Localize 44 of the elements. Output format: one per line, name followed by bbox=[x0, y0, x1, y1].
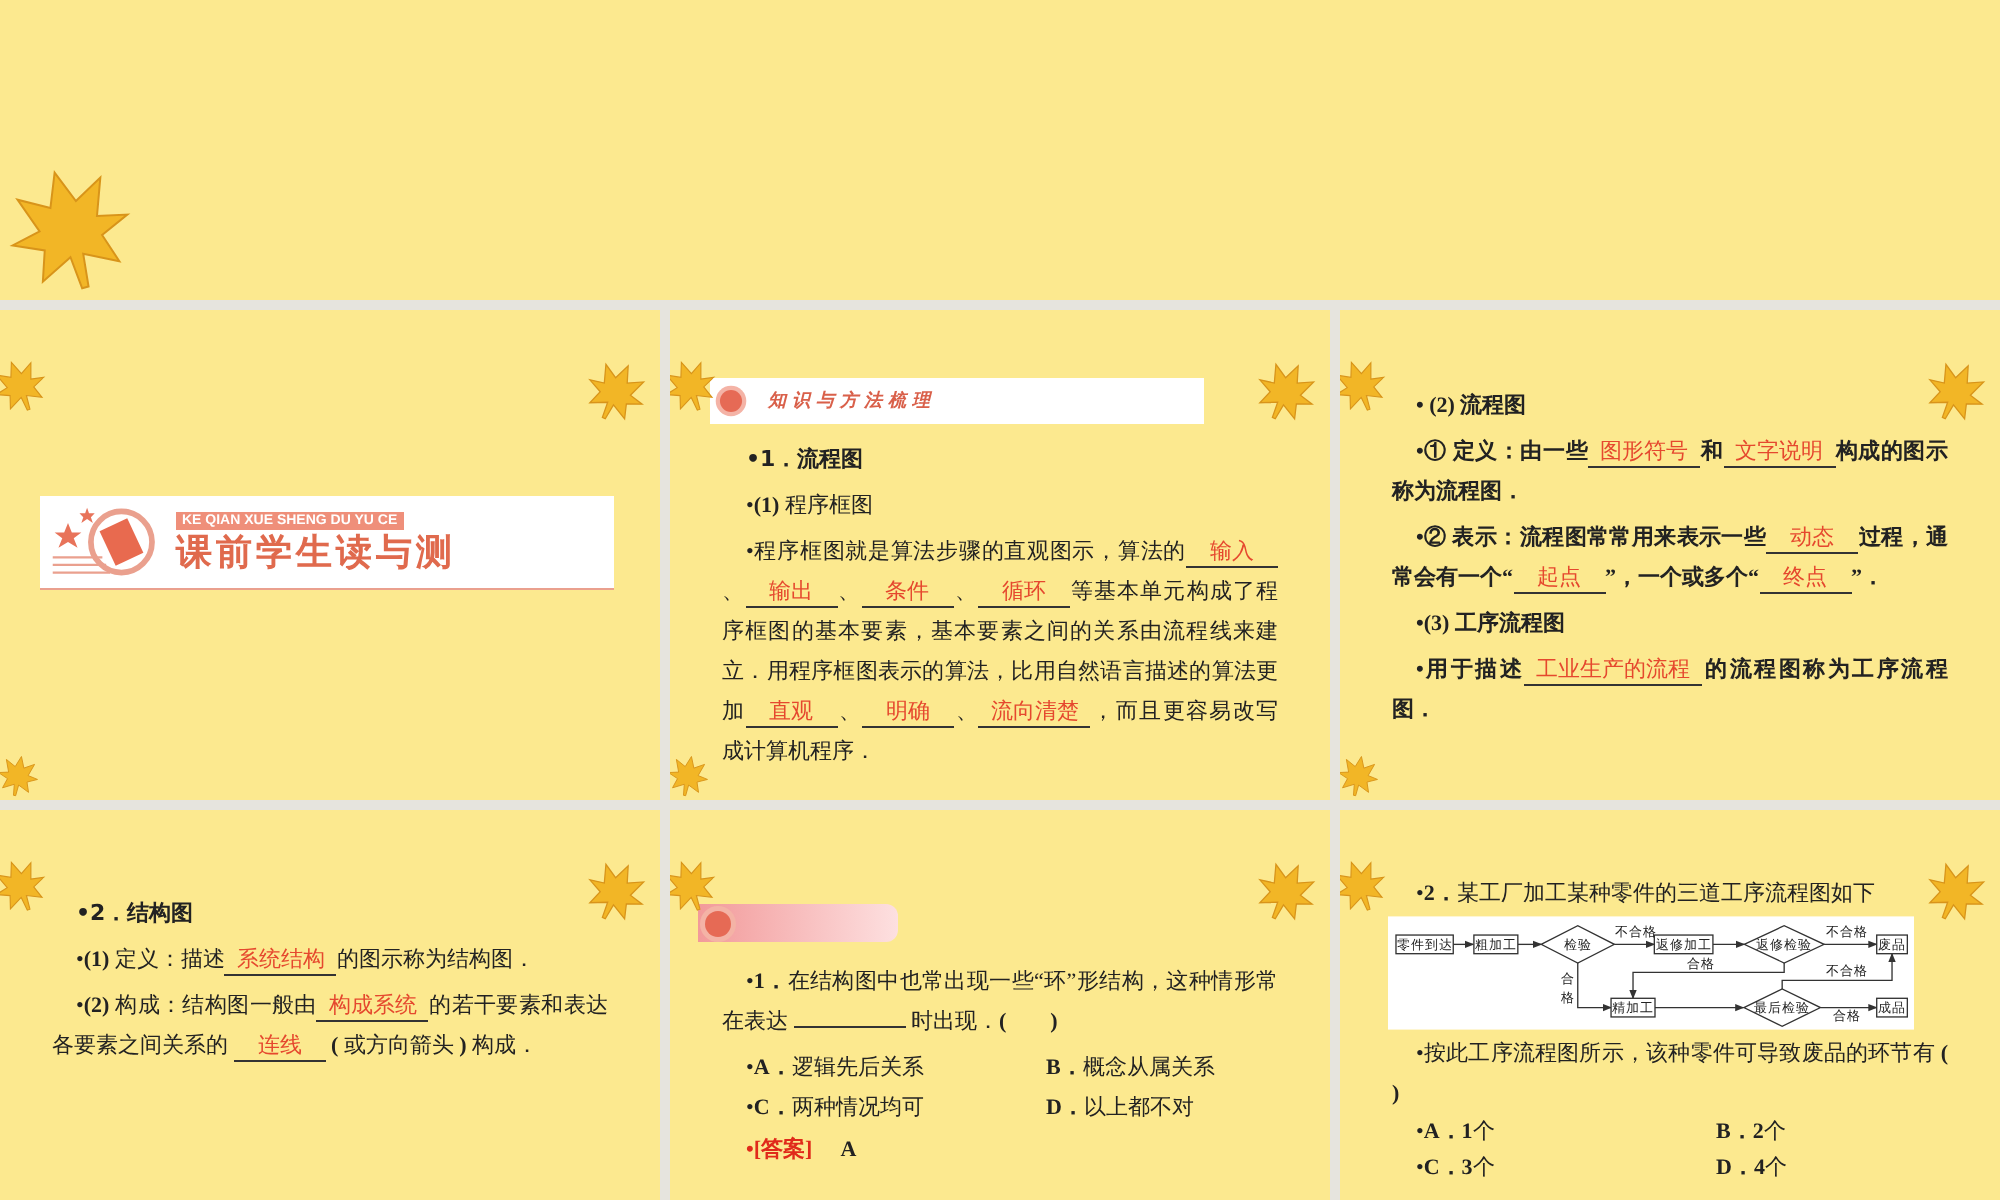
flow-arrow bbox=[1654, 1003, 1745, 1012]
paragraph: •程序框图就是算法步骤的直观图示，算法的 输入 、 输出 、 条件 、 循环 等基本单元构成了程序框图的基本要素，基本要素之间的关系由流程线来建立．用程序框图表示的算法，比用自然语言描述的算法更加 直观 、 明确 、 流向清楚 ，而且更容易改写成计算机程序． bbox=[722, 537, 1278, 768]
flow-arrow bbox=[1452, 940, 1475, 949]
flow-arrow bbox=[1820, 1003, 1878, 1012]
flow-arrow bbox=[1781, 952, 1896, 991]
slide-thumbnail[interactable]: 知识与方法梳理 •1．流程图 •(1) 程序框图 •程序框图就是算法步骤的直观图示，算法的 输入 、 输出 、 条件 、 循环 等基本单元构成了程序框图的基本要素，基本要素之间的关系由流程线来建立．用程序框图表示的算法，比用自然语言描述的算法更加 直观 、 明确 、 流向清楚 ，而且更容易改写成计算机程序． bbox=[670, 310, 1330, 800]
section-title: 知识与方法梳理 bbox=[768, 388, 936, 414]
slide-thumbnail[interactable]: • (2) 流程图 •① 定义：由一些 图形符号 和 文字说明 构成的图示称为流程图． •② 表示：流程图常常用来表示一些 动态 过程，通常会有一个“ 起点 ”，一个或多个“ 终点 ”． •(3) 工序流程图 •用于描述 工业生产的流程 的流程图称为工序流程图． bbox=[1340, 310, 2000, 800]
paragraph: •(2) 构成：结构图一般由 构成系统 的若干要素和表达各要素之间关系的 连线 ( 或方向箭头 ) 构成． bbox=[52, 991, 608, 1066]
flow-arrow bbox=[1577, 962, 1612, 1012]
answer-option: B．2个 bbox=[1716, 1114, 1976, 1150]
section-heading: •2．结构图 bbox=[74, 898, 196, 930]
leaf-icon bbox=[0, 750, 44, 800]
flow-arrow bbox=[1712, 940, 1746, 949]
answer-option: •C．两种情况均可 bbox=[746, 1088, 1046, 1128]
paragraph: •① 定义：由一些 图形符号 和 文字说明 构成的图示称为流程图． bbox=[1392, 437, 1948, 508]
paragraph: •按此工序流程图所示，该种零件可导致废品的环节有 ( ) bbox=[1392, 1039, 1948, 1110]
paragraph: •② 表示：流程图常常用来表示一些 动态 过程，通常会有一个“ 起点 ”，一个或多个“ 终点 ”． bbox=[1392, 523, 1948, 598]
flow-arrow bbox=[1517, 940, 1543, 949]
section-heading: •1．流程图 bbox=[744, 444, 866, 476]
paragraph: •(3) 工序流程图 bbox=[1414, 609, 1567, 640]
seal-icon bbox=[698, 903, 738, 943]
paragraph: •2．某工厂加工某种零件的三道工序流程图如下 bbox=[1414, 879, 1877, 910]
answer-option: D．4个 bbox=[1716, 1150, 1976, 1186]
paragraph: •(1) 定义：描述 系统结构 的图示称为结构图． bbox=[74, 945, 537, 980]
answer-option: B．概念从属关系 bbox=[1046, 1048, 1306, 1088]
slide-thumbnail[interactable]: •1．在结构图中也常出现一些“环”形结构，这种情形常在表达 时出现．( ) •A．逻辑先后关系 B．概念从属关系 •C．两种情况均可 D．以上都不对 •[答案] A bbox=[670, 810, 1330, 1200]
answer-label: •[答案] bbox=[746, 1134, 813, 1166]
flow-arrow bbox=[1613, 940, 1656, 949]
answer-option: •C．3个 bbox=[1416, 1150, 1716, 1186]
leaf-icon bbox=[1340, 750, 1384, 800]
paragraph: •1．在结构图中也常出现一些“环”形结构，这种情形常在表达 时出现．( ) bbox=[722, 967, 1278, 1038]
flow-arrow bbox=[1823, 940, 1878, 949]
slide-thumbnail[interactable]: •2．结构图 •(1) 定义：描述 系统结构 的图示称为结构图． •(2) 构成：结构图一般由 构成系统 的若干要素和表达各要素之间关系的 连线 ( 或方向箭头 ) 构成． bbox=[0, 810, 660, 1200]
paragraph: •用于描述 工业生产的流程 的流程图称为工序流程图． bbox=[1392, 655, 1948, 726]
paragraph: •(1) 程序框图 bbox=[744, 491, 875, 522]
answer-option: D．以上都不对 bbox=[1046, 1088, 1306, 1128]
answer-option: •A．1个 bbox=[1416, 1114, 1716, 1150]
banner-title: 课前学生读与测 bbox=[176, 533, 456, 573]
answer-option: •A．逻辑先后关系 bbox=[746, 1048, 1046, 1088]
leaf-icon bbox=[670, 750, 714, 800]
answer-value: A bbox=[840, 1136, 857, 1166]
seal-icon bbox=[714, 384, 748, 418]
paragraph: • (2) 流程图 bbox=[1414, 391, 1529, 422]
